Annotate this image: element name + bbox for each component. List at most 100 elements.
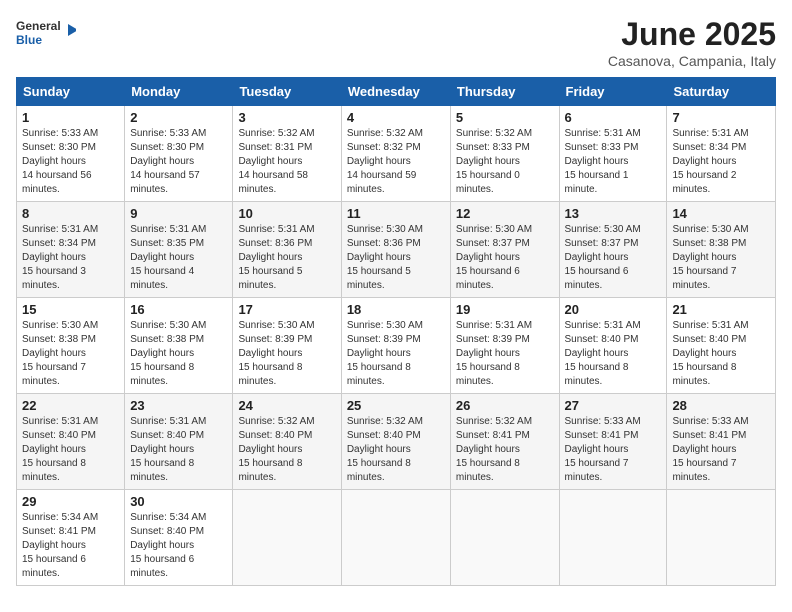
day-info: Sunrise: 5:31 AMSunset: 8:34 PMDaylight … — [22, 223, 119, 293]
day-info: Sunrise: 5:31 AMSunset: 8:35 PMDaylight … — [130, 223, 227, 293]
day-info: Sunrise: 5:30 AMSunset: 8:36 PMDaylight … — [347, 223, 445, 293]
day-info: Sunrise: 5:32 AMSunset: 8:40 PMDaylight … — [238, 415, 335, 485]
col-friday: Friday — [559, 78, 667, 106]
table-row — [341, 490, 450, 586]
col-wednesday: Wednesday — [341, 78, 450, 106]
day-info: Sunrise: 5:31 AMSunset: 8:33 PMDaylight … — [565, 127, 662, 197]
day-number: 24 — [238, 398, 335, 413]
day-number: 26 — [456, 398, 554, 413]
day-number: 5 — [456, 110, 554, 125]
day-number: 17 — [238, 302, 335, 317]
day-number: 16 — [130, 302, 227, 317]
day-number: 27 — [565, 398, 662, 413]
day-info: Sunrise: 5:33 AMSunset: 8:30 PMDaylight … — [130, 127, 227, 197]
table-row: 7 Sunrise: 5:31 AMSunset: 8:34 PMDaylight… — [667, 106, 776, 202]
day-info: Sunrise: 5:30 AMSunset: 8:39 PMDaylight … — [238, 319, 335, 389]
day-number: 19 — [456, 302, 554, 317]
day-info: Sunrise: 5:30 AMSunset: 8:38 PMDaylight … — [130, 319, 227, 389]
day-number: 6 — [565, 110, 662, 125]
day-info: Sunrise: 5:32 AMSunset: 8:40 PMDaylight … — [347, 415, 445, 485]
table-row: 5 Sunrise: 5:32 AMSunset: 8:33 PMDaylight… — [450, 106, 559, 202]
table-row: 17 Sunrise: 5:30 AMSunset: 8:39 PMDayligh… — [233, 298, 341, 394]
table-row: 18 Sunrise: 5:30 AMSunset: 8:39 PMDayligh… — [341, 298, 450, 394]
table-row: 12Sunrise: 5:30 AMSunset: 8:37 PMDayligh… — [450, 202, 559, 298]
day-info: Sunrise: 5:31 AMSunset: 8:40 PMDaylight … — [565, 319, 662, 389]
table-row: 11Sunrise: 5:30 AMSunset: 8:36 PMDayligh… — [341, 202, 450, 298]
day-number: 10 — [238, 206, 335, 221]
day-number: 30 — [130, 494, 227, 509]
day-number: 1 — [22, 110, 119, 125]
table-row: 19 Sunrise: 5:31 AMSunset: 8:39 PMDayligh… — [450, 298, 559, 394]
day-number: 20 — [565, 302, 662, 317]
table-row: 8 Sunrise: 5:31 AMSunset: 8:34 PMDaylight… — [17, 202, 125, 298]
col-thursday: Thursday — [450, 78, 559, 106]
day-info: Sunrise: 5:31 AMSunset: 8:39 PMDaylight … — [456, 319, 554, 389]
table-row: 27 Sunrise: 5:33 AMSunset: 8:41 PMDayligh… — [559, 394, 667, 490]
day-number: 29 — [22, 494, 119, 509]
day-info: Sunrise: 5:32 AMSunset: 8:33 PMDaylight … — [456, 127, 554, 197]
table-row: 23Sunrise: 5:31 AMSunset: 8:40 PMDayligh… — [125, 394, 233, 490]
day-info: Sunrise: 5:30 AMSunset: 8:37 PMDaylight … — [456, 223, 554, 293]
day-info: Sunrise: 5:31 AMSunset: 8:34 PMDaylight … — [672, 127, 770, 197]
table-row: 13 Sunrise: 5:30 AMSunset: 8:37 PMDayligh… — [559, 202, 667, 298]
day-info: Sunrise: 5:31 AMSunset: 8:40 PMDaylight … — [22, 415, 119, 485]
day-number: 15 — [22, 302, 119, 317]
day-number: 3 — [238, 110, 335, 125]
table-row: 14 Sunrise: 5:30 AMSunset: 8:38 PMDayligh… — [667, 202, 776, 298]
day-info: Sunrise: 5:32 AMSunset: 8:31 PMDaylight … — [238, 127, 335, 197]
table-row: 9 Sunrise: 5:31 AMSunset: 8:35 PMDaylight… — [125, 202, 233, 298]
day-number: 21 — [672, 302, 770, 317]
day-info: Sunrise: 5:34 AMSunset: 8:41 PMDaylight … — [22, 511, 119, 581]
col-tuesday: Tuesday — [233, 78, 341, 106]
day-number: 18 — [347, 302, 445, 317]
day-info: Sunrise: 5:33 AMSunset: 8:41 PMDaylight … — [565, 415, 662, 485]
day-info: Sunrise: 5:33 AMSunset: 8:41 PMDaylight … — [672, 415, 770, 485]
day-info: Sunrise: 5:32 AMSunset: 8:32 PMDaylight … — [347, 127, 445, 197]
day-info: Sunrise: 5:33 AMSunset: 8:30 PMDaylight … — [22, 127, 119, 197]
day-number: 8 — [22, 206, 119, 221]
header-row: Sunday Monday Tuesday Wednesday Thursday… — [17, 78, 776, 106]
table-row: 28 Sunrise: 5:33 AMSunset: 8:41 PMDayligh… — [667, 394, 776, 490]
day-info: Sunrise: 5:30 AMSunset: 8:37 PMDaylight … — [565, 223, 662, 293]
table-row: 21 Sunrise: 5:31 AMSunset: 8:40 PMDayligh… — [667, 298, 776, 394]
table-row — [450, 490, 559, 586]
location: Casanova, Campania, Italy — [608, 53, 776, 69]
table-row: 20 Sunrise: 5:31 AMSunset: 8:40 PMDayligh… — [559, 298, 667, 394]
day-number: 7 — [672, 110, 770, 125]
day-info: Sunrise: 5:31 AMSunset: 8:40 PMDaylight … — [130, 415, 227, 485]
table-row: 6 Sunrise: 5:31 AMSunset: 8:33 PMDaylight… — [559, 106, 667, 202]
calendar-row: 8 Sunrise: 5:31 AMSunset: 8:34 PMDaylight… — [17, 202, 776, 298]
table-row: 15 Sunrise: 5:30 AMSunset: 8:38 PMDayligh… — [17, 298, 125, 394]
calendar-row: 1 Sunrise: 5:33 AMSunset: 8:30 PMDaylight… — [17, 106, 776, 202]
day-info: Sunrise: 5:30 AMSunset: 8:38 PMDaylight … — [672, 223, 770, 293]
col-saturday: Saturday — [667, 78, 776, 106]
table-row: 29 Sunrise: 5:34 AMSunset: 8:41 PMDayligh… — [17, 490, 125, 586]
table-row: 2 Sunrise: 5:33 AMSunset: 8:30 PMDaylight… — [125, 106, 233, 202]
table-row: 1 Sunrise: 5:33 AMSunset: 8:30 PMDaylight… — [17, 106, 125, 202]
day-number: 13 — [565, 206, 662, 221]
month-title: June 2025 — [608, 16, 776, 53]
table-row: 4Sunrise: 5:32 AMSunset: 8:32 PMDaylight… — [341, 106, 450, 202]
svg-text:General: General — [16, 19, 61, 33]
col-monday: Monday — [125, 78, 233, 106]
day-info: Sunrise: 5:30 AMSunset: 8:38 PMDaylight … — [22, 319, 119, 389]
calendar-table: Sunday Monday Tuesday Wednesday Thursday… — [16, 77, 776, 586]
day-number: 9 — [130, 206, 227, 221]
day-info: Sunrise: 5:32 AMSunset: 8:41 PMDaylight … — [456, 415, 554, 485]
day-number: 25 — [347, 398, 445, 413]
day-number: 2 — [130, 110, 227, 125]
day-number: 14 — [672, 206, 770, 221]
day-info: Sunrise: 5:31 AMSunset: 8:36 PMDaylight … — [238, 223, 335, 293]
day-info: Sunrise: 5:31 AMSunset: 8:40 PMDaylight … — [672, 319, 770, 389]
day-info: Sunrise: 5:30 AMSunset: 8:39 PMDaylight … — [347, 319, 445, 389]
svg-text:Blue: Blue — [16, 33, 42, 47]
table-row: 10 Sunrise: 5:31 AMSunset: 8:36 PMDayligh… — [233, 202, 341, 298]
table-row: 30Sunrise: 5:34 AMSunset: 8:40 PMDayligh… — [125, 490, 233, 586]
title-block: June 2025 Casanova, Campania, Italy — [608, 16, 776, 69]
table-row: 25 Sunrise: 5:32 AMSunset: 8:40 PMDayligh… — [341, 394, 450, 490]
table-row: 26 Sunrise: 5:32 AMSunset: 8:41 PMDayligh… — [450, 394, 559, 490]
calendar-row: 22Sunrise: 5:31 AMSunset: 8:40 PMDayligh… — [17, 394, 776, 490]
table-row: 24 Sunrise: 5:32 AMSunset: 8:40 PMDayligh… — [233, 394, 341, 490]
calendar-row: 15 Sunrise: 5:30 AMSunset: 8:38 PMDayligh… — [17, 298, 776, 394]
day-number: 28 — [672, 398, 770, 413]
